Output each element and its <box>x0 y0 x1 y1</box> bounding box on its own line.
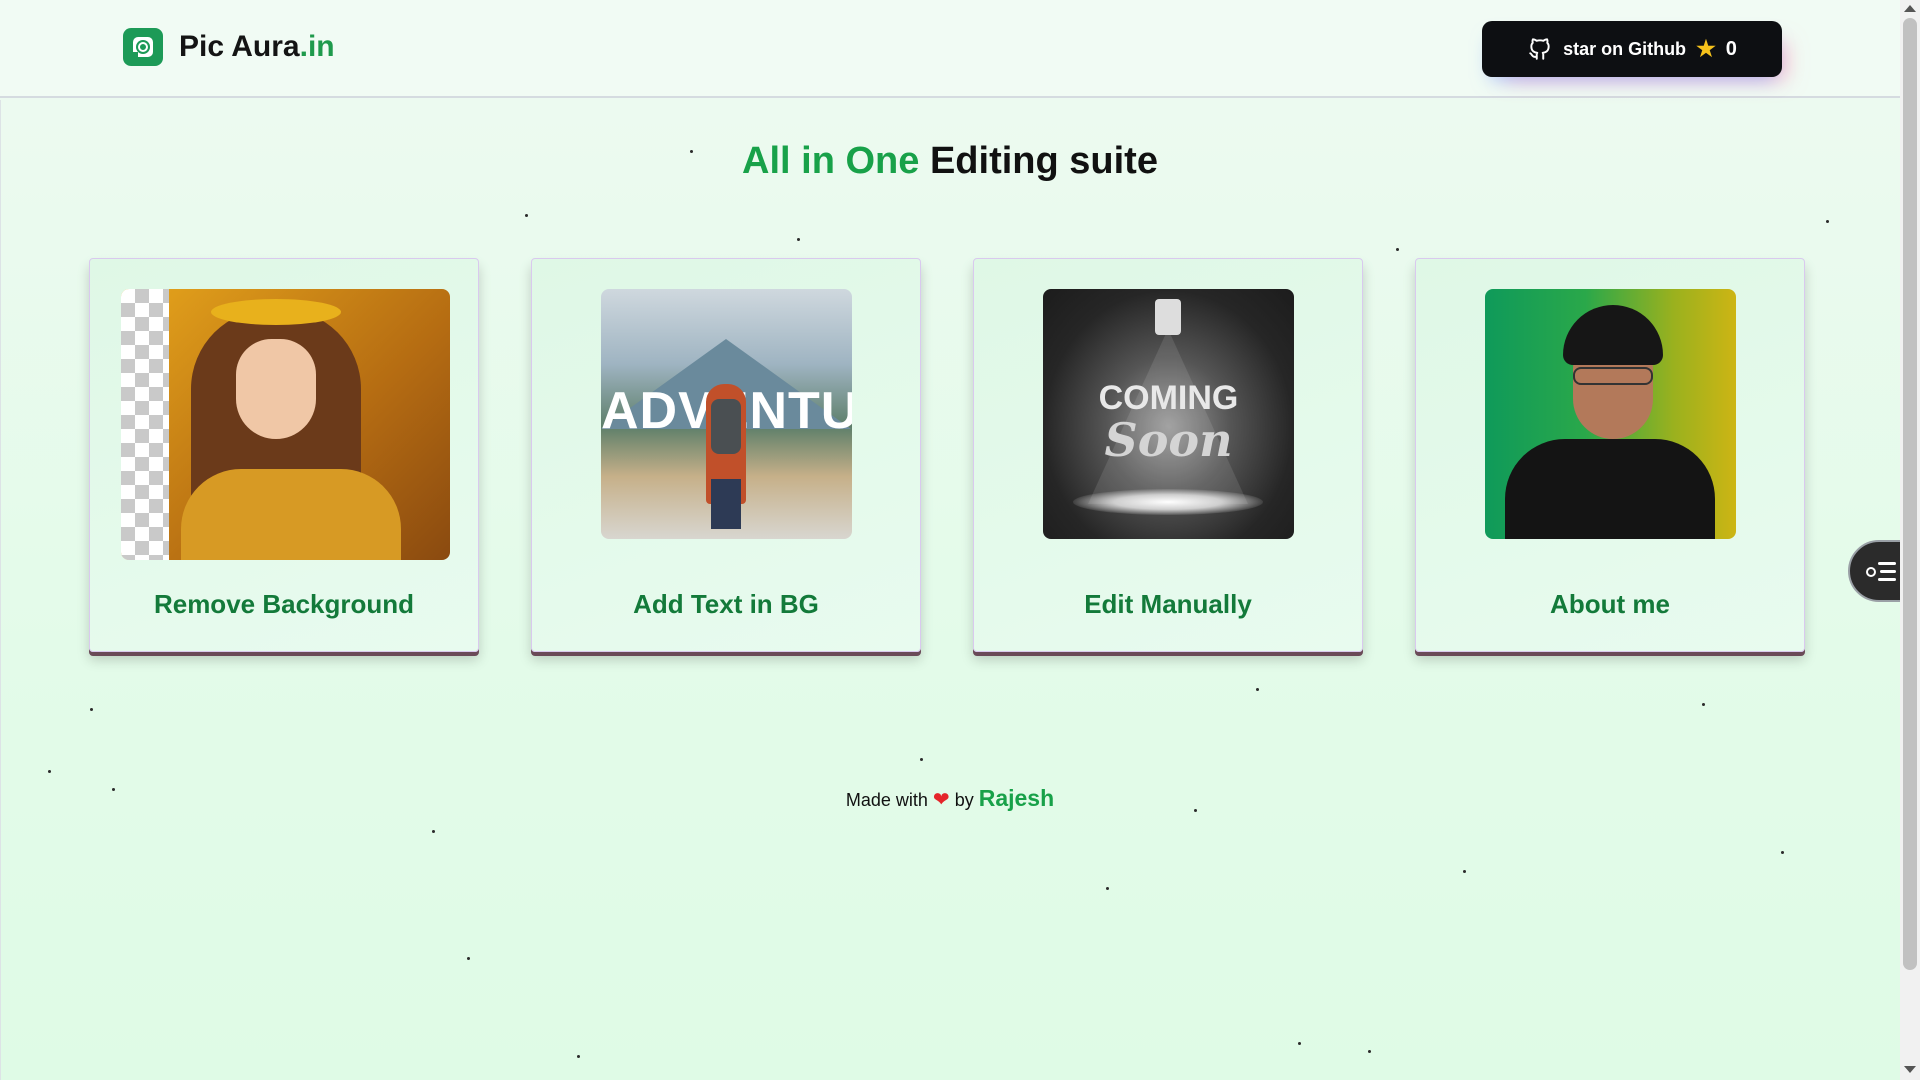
card-add-text-in-bg[interactable]: ADVENTURE Add Text in BG <box>531 258 921 652</box>
github-star-button[interactable]: star on Github ★ 0 <box>1482 21 1782 77</box>
made-with-text: Made with <box>845 790 928 810</box>
site-name-main: Pic Aura <box>179 30 300 63</box>
remove-background-image <box>121 289 450 560</box>
scrollbar-thumb[interactable] <box>1903 18 1917 970</box>
site-name-suffix: .in <box>299 30 335 63</box>
card-label-edit-manually: Edit Manually <box>1084 589 1252 619</box>
github-star-count: 0 <box>1725 37 1737 60</box>
by-text: by <box>954 790 974 810</box>
logo-icon <box>123 28 163 66</box>
github-icon <box>1529 38 1550 60</box>
card-about-me[interactable]: About me <box>1415 258 1805 652</box>
top-header: Pic Aura.in star on Github ★ 0 <box>0 0 1900 98</box>
soon-text: Soon <box>1104 413 1233 467</box>
author-link[interactable]: Rajesh <box>979 785 1054 811</box>
card-remove-background[interactable]: Remove Background <box>89 258 479 652</box>
star-icon: ★ <box>1696 36 1716 61</box>
site-logo[interactable]: Pic Aura.in <box>123 28 335 66</box>
card-label-add-text: Add Text in BG <box>633 589 819 619</box>
title-rest: Editing suite <box>929 140 1158 182</box>
card-label-about-me: About me <box>1550 589 1670 619</box>
tool-cards: Remove Background ADVENTURE Add Text in … <box>89 258 1805 652</box>
card-label-remove-background: Remove Background <box>153 589 415 619</box>
heart-icon: ❤ <box>932 789 950 811</box>
card-edit-manually[interactable]: COMING Soon Edit Manually <box>973 258 1363 652</box>
coming-soon-image: COMING Soon <box>1043 289 1294 539</box>
about-me-image <box>1485 289 1736 539</box>
footer-credit: Made with ❤ by Rajesh <box>0 785 1900 812</box>
page-title: All in One Editing suite <box>0 140 1900 183</box>
scroll-down-arrow-icon[interactable] <box>1904 1066 1916 1073</box>
github-button-label: star on Github <box>1563 38 1687 59</box>
menu-fab-icon <box>1866 560 1896 582</box>
page-scrollbar[interactable] <box>1900 0 1920 1080</box>
scroll-up-arrow-icon[interactable] <box>1904 5 1916 12</box>
add-text-image: ADVENTURE <box>601 289 852 539</box>
site-name: Pic Aura.in <box>179 30 335 64</box>
title-highlight: All in One <box>742 140 920 182</box>
